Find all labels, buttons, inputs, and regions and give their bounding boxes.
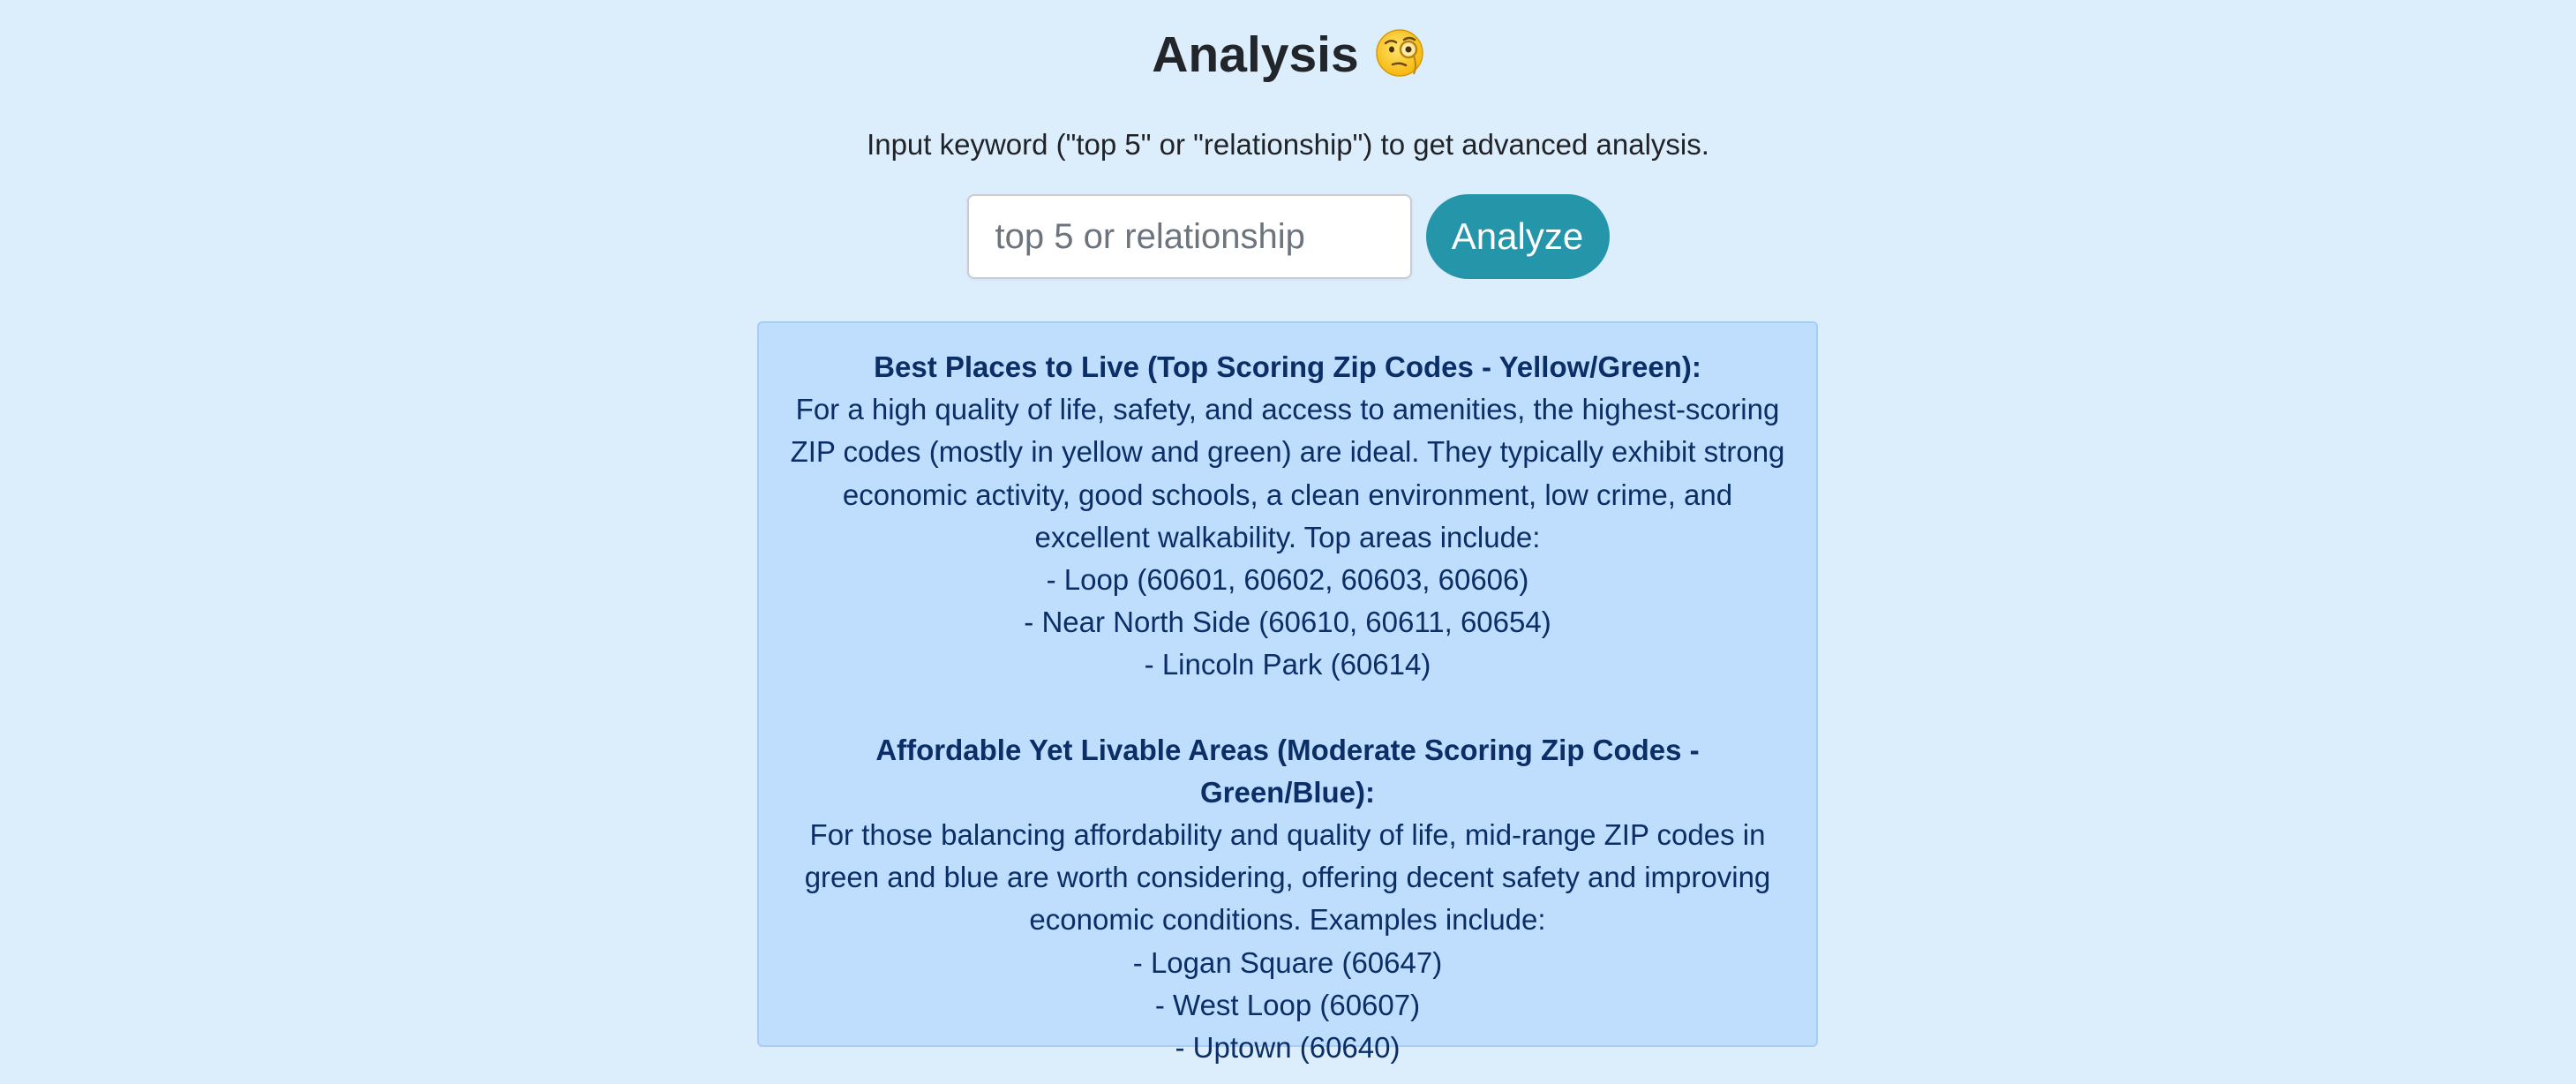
result-list-item: - Uptown (60640) [1175, 1031, 1401, 1065]
analysis-result-panel: Best Places to Live (Top Scoring Zip Cod… [757, 321, 1818, 1064]
keyword-input[interactable] [966, 194, 1412, 279]
section-heading: Affordable Yet Livable Areas (Moderate S… [875, 733, 1700, 809]
section-heading: Best Places to Live (Top Scoring Zip Cod… [874, 350, 1701, 383]
analysis-form: Analyze [0, 194, 2576, 279]
analyze-button[interactable]: Analyze [1425, 194, 1610, 279]
result-line: green and blue are worth considering, of… [804, 861, 1771, 894]
result-list-item: - Lincoln Park (60614) [1144, 648, 1431, 681]
instructions-text: Input keyword ("top 5" or "relationship"… [867, 128, 1709, 161]
result-list-item: - West Loop (60607) [1154, 988, 1421, 1021]
result-section-best-places: Best Places to Live (Top Scoring Zip Cod… [785, 346, 1790, 687]
result-list-item: - Loop (60601, 60602, 60603, 60606) [1046, 563, 1529, 597]
page-title: Analysis [1152, 26, 1359, 83]
result-list-item: - Logan Square (60647) [1132, 945, 1443, 979]
result-line: excellent walkability. Top areas include… [1034, 520, 1541, 553]
result-section-affordable-areas: Affordable Yet Livable Areas (Moderate S… [785, 729, 1790, 1070]
result-line: economic conditions. Examples include: [1029, 903, 1546, 937]
result-list-item: - Near North Side (60610, 60611, 60654) [1024, 606, 1551, 639]
result-line: For those balancing affordability and qu… [809, 818, 1766, 852]
face-with-monocle-icon [1375, 28, 1424, 78]
result-line: economic activity, good schools, a clean… [842, 478, 1733, 511]
result-line: For a high quality of life, safety, and … [795, 393, 1780, 426]
result-line: ZIP codes (mostly in yellow and green) a… [790, 435, 1785, 469]
page-header: Analysis [0, 19, 2576, 90]
